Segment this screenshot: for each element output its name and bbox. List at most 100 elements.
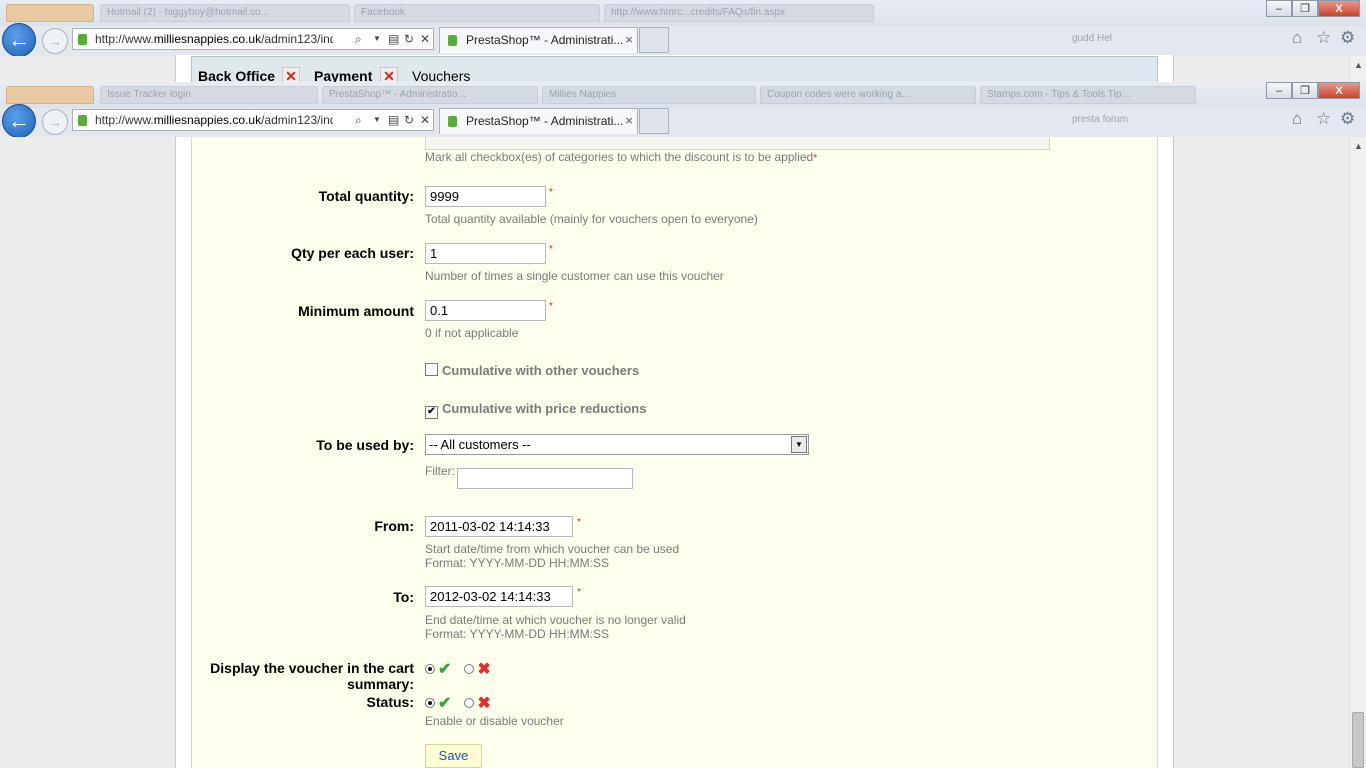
gear-icon[interactable]: ⚙ xyxy=(1340,28,1355,48)
ghost-tab[interactable] xyxy=(6,86,94,104)
scrollbar-top[interactable]: ▲ xyxy=(1349,56,1366,82)
scroll-up-icon[interactable]: ▲ xyxy=(1354,60,1363,70)
favorites-star-icon[interactable]: ☆ xyxy=(1316,109,1331,129)
cumulative-vouchers-row[interactable]: Cumulative with other vouchers xyxy=(425,363,639,378)
window-controls: – ❐ X xyxy=(1266,82,1360,99)
ghost-tab[interactable]: Issue Tracker login xyxy=(100,86,318,104)
display-cart-no-radio[interactable] xyxy=(464,664,475,674)
qty-per-user-label: Qty per each user: xyxy=(291,245,414,261)
site-favicon-icon xyxy=(78,34,87,45)
qty-per-user-input[interactable]: 1 xyxy=(425,243,546,264)
status-enabled-radio[interactable] xyxy=(425,698,435,708)
window-controls: – ❐ X xyxy=(1266,0,1360,17)
minimum-amount-hint: 0 if not applicable xyxy=(425,326,519,340)
compat-view-icon[interactable]: ▤ xyxy=(388,29,399,49)
tab-title: PrestaShop™ - Administrati... xyxy=(466,33,624,47)
ghost-tab[interactable] xyxy=(6,4,94,22)
total-quantity-input[interactable]: 9999 xyxy=(425,186,546,207)
to-format-hint: Format: YYYY-MM-DD HH:MM:SS xyxy=(425,627,610,641)
to-label: To: xyxy=(393,589,414,605)
display-cart-options: ✔ ✖ xyxy=(425,659,491,679)
minimize-button[interactable]: – xyxy=(1266,0,1292,17)
back-arrow-icon[interactable]: ← xyxy=(2,23,36,56)
close-window-button[interactable]: X xyxy=(1318,0,1360,17)
from-format-hint: Format: YYYY-MM-DD HH:MM:SS xyxy=(425,556,610,570)
refresh-icon[interactable]: ↻ xyxy=(404,110,414,130)
page-scrollbar[interactable]: ▲ xyxy=(1349,137,1366,768)
ghost-tab[interactable]: Hotmail (2) - higgyboy@hotmail.co... xyxy=(100,4,350,22)
address-url[interactable]: http://www.milliesnappies.co.uk/admin123… xyxy=(95,29,333,49)
required-asterisk: * xyxy=(549,187,553,198)
tab-favicon-icon xyxy=(448,116,457,127)
forward-arrow-icon[interactable]: → xyxy=(42,109,68,135)
scrollbar-thumb[interactable] xyxy=(1352,712,1364,768)
from-hint: Start date/time from which voucher can b… xyxy=(425,542,680,556)
refresh-icon[interactable]: ↻ xyxy=(404,29,414,49)
ghost-tab[interactable]: Millies Nappies xyxy=(542,86,756,104)
address-bar[interactable]: http://www.milliesnappies.co.uk/admin123… xyxy=(72,109,434,131)
browser-tab-active[interactable]: PrestaShop™ - Administrati... × xyxy=(439,108,638,134)
search-icon[interactable]: ⌕ xyxy=(355,29,362,49)
status-options: ✔ ✖ xyxy=(425,693,491,713)
status-disabled-radio[interactable] xyxy=(464,698,475,708)
stop-icon[interactable]: ✕ xyxy=(420,29,430,49)
home-icon[interactable]: ⌂ xyxy=(1292,109,1302,129)
admin-top-nav: Back Office ✕ Payment ✕ Vouchers xyxy=(191,56,1158,85)
cumulative-reductions-checkbox[interactable]: ✔ xyxy=(425,406,438,419)
chevron-down-icon[interactable]: ▼ xyxy=(791,436,807,453)
forward-arrow-icon[interactable]: → xyxy=(42,28,68,54)
ghost-toolbar-text: gudd Hel xyxy=(1072,33,1113,44)
search-icon[interactable]: ⌕ xyxy=(355,110,362,130)
site-favicon-icon xyxy=(78,115,87,126)
cumulative-reductions-row[interactable]: ✔ Cumulative with price reductions xyxy=(425,401,646,419)
compat-view-icon[interactable]: ▤ xyxy=(388,110,399,130)
from-label: From: xyxy=(374,518,414,534)
required-asterisk: * xyxy=(549,301,553,312)
dropdown-arrow-icon[interactable]: ▼ xyxy=(373,29,381,49)
ghost-tab[interactable]: PrestaShop™ - Administratio... xyxy=(322,86,538,104)
browser-tab-active[interactable]: PrestaShop™ - Administrati... × xyxy=(439,27,638,53)
cumulative-reductions-label: Cumulative with price reductions xyxy=(442,401,647,416)
favorites-star-icon[interactable]: ☆ xyxy=(1316,28,1331,48)
save-button[interactable]: Save xyxy=(425,744,482,768)
check-icon: ✔ xyxy=(438,695,452,712)
minimize-button[interactable]: – xyxy=(1266,82,1292,99)
minimum-amount-input[interactable]: 0.1 xyxy=(425,300,546,321)
maximize-button[interactable]: ❐ xyxy=(1292,0,1318,17)
maximize-button[interactable]: ❐ xyxy=(1292,82,1318,99)
required-asterisk: * xyxy=(577,517,581,528)
back-arrow-icon[interactable]: ← xyxy=(2,104,36,137)
ghost-tab[interactable]: Coupon codes were working a... xyxy=(760,86,976,104)
scroll-up-icon[interactable]: ▲ xyxy=(1354,141,1363,151)
tab-close-icon[interactable]: × xyxy=(625,109,633,133)
browser-chrome-back: Hotmail (2) - higgyboy@hotmail.co... Fac… xyxy=(0,0,1366,56)
ghost-tab[interactable]: Stamps.com - Tips & Tools Tip... xyxy=(980,86,1196,104)
from-date-input[interactable]: 2011-03-02 14:14:33 xyxy=(425,516,573,537)
tab-close-icon[interactable]: × xyxy=(625,28,633,52)
qty-per-user-hint: Number of times a single customer can us… xyxy=(425,269,724,283)
ghost-tab[interactable]: http://www.hmrc...credits/FAQs/fin.aspx xyxy=(604,4,874,22)
display-cart-yes-radio[interactable] xyxy=(425,664,435,674)
close-window-button[interactable]: X xyxy=(1318,82,1360,99)
cross-icon: ✖ xyxy=(477,695,491,712)
tab-title: PrestaShop™ - Administrati... xyxy=(466,114,624,128)
filter-input[interactable] xyxy=(457,468,633,489)
gear-icon[interactable]: ⚙ xyxy=(1340,109,1355,129)
new-tab-button[interactable] xyxy=(639,27,669,53)
cumulative-vouchers-checkbox[interactable] xyxy=(425,363,438,376)
total-quantity-label: Total quantity: xyxy=(318,188,414,204)
address-url[interactable]: http://www.milliesnappies.co.uk/admin123… xyxy=(95,110,333,130)
to-hint: End date/time at which voucher is no lon… xyxy=(425,613,686,627)
ghost-tab[interactable]: Facebook xyxy=(354,4,600,22)
new-tab-button[interactable] xyxy=(639,108,669,134)
customer-select[interactable]: -- All customers -- ▼ xyxy=(425,434,809,455)
category-tree-box[interactable] xyxy=(425,137,1050,150)
to-be-used-by-label: To be used by: xyxy=(316,437,414,453)
display-cart-label: Display the voucher in the cart summary: xyxy=(210,660,414,692)
stop-icon[interactable]: ✕ xyxy=(420,110,430,130)
required-asterisk: * xyxy=(577,587,581,598)
address-bar[interactable]: http://www.milliesnappies.co.uk/admin123… xyxy=(72,28,434,50)
dropdown-arrow-icon[interactable]: ▼ xyxy=(373,110,381,130)
home-icon[interactable]: ⌂ xyxy=(1292,28,1302,48)
to-date-input[interactable]: 2012-03-02 14:14:33 xyxy=(425,586,573,607)
